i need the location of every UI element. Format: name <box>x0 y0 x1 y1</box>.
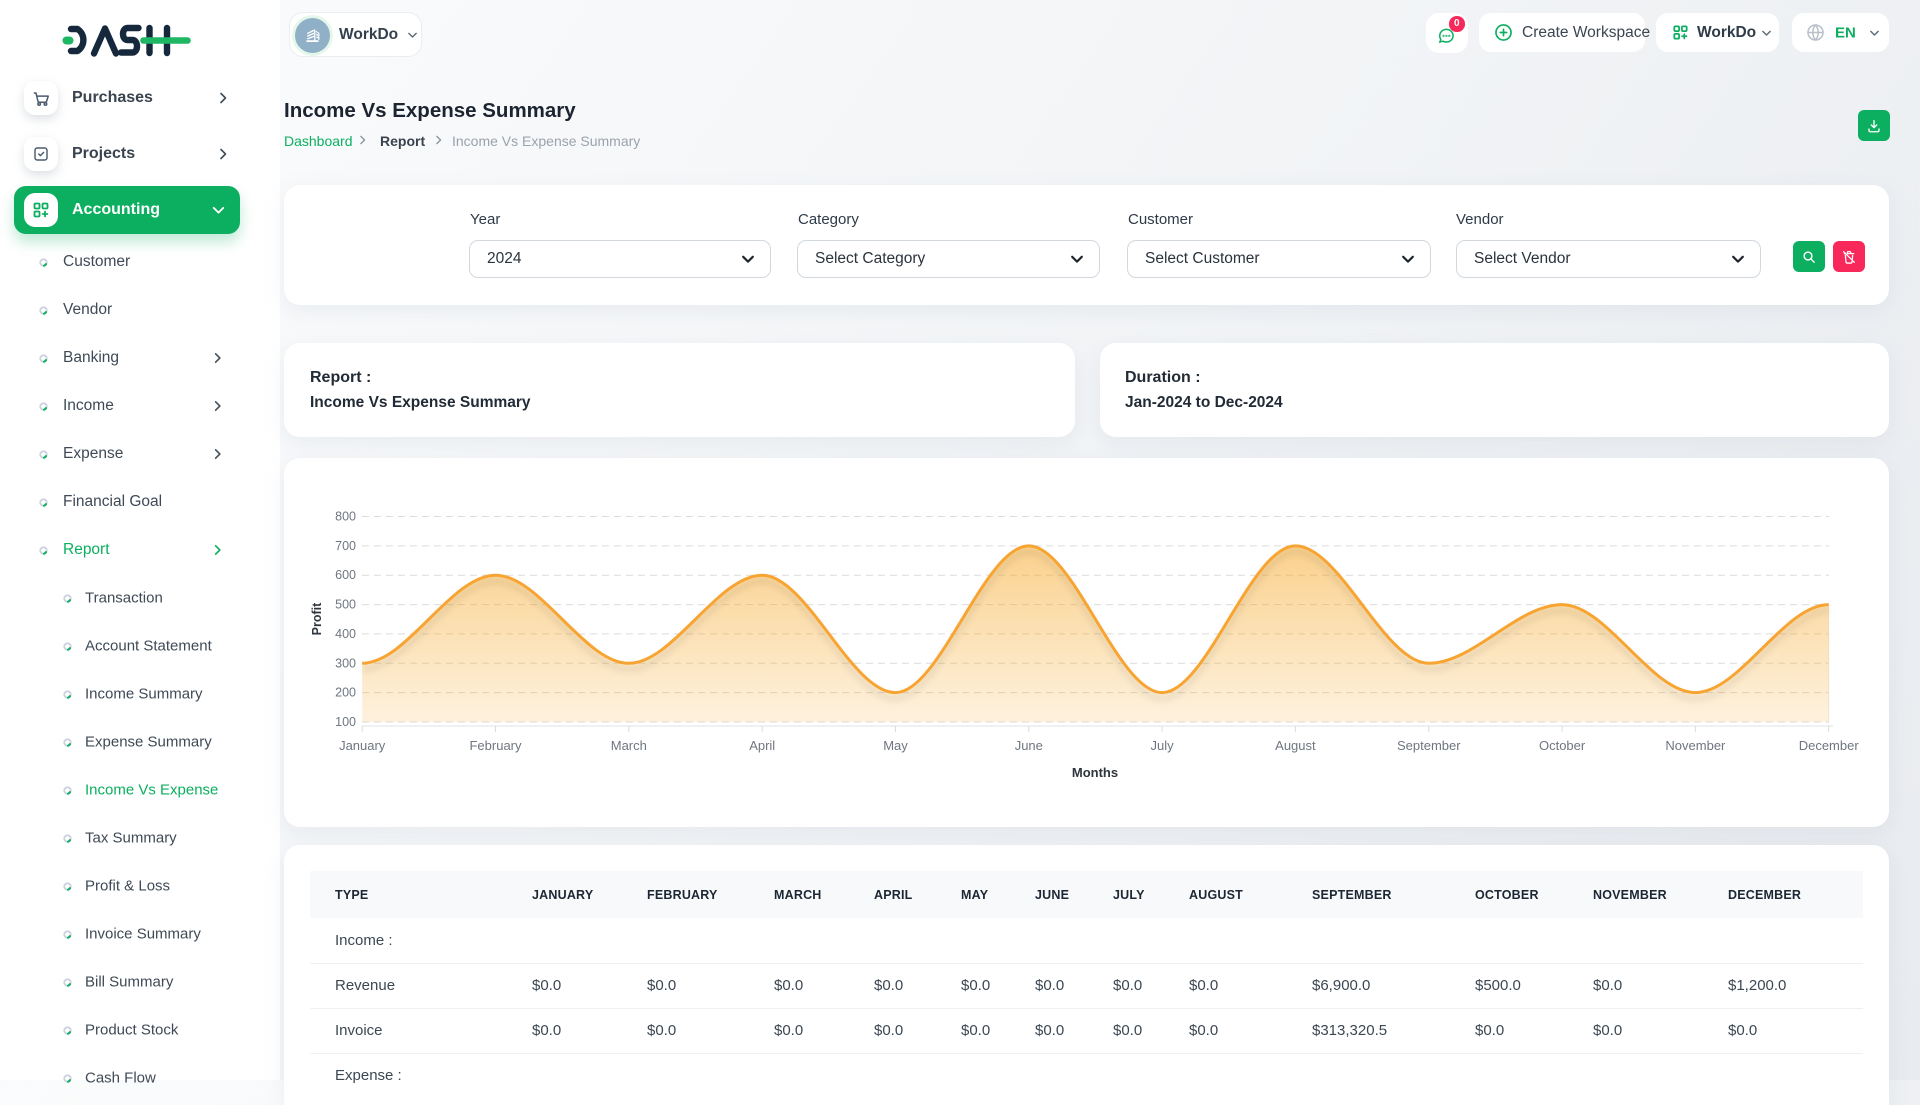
svg-text:200: 200 <box>335 686 356 700</box>
svg-text:400: 400 <box>335 627 356 641</box>
svg-text:December: December <box>1799 738 1860 753</box>
svg-text:May: May <box>883 738 908 753</box>
svg-text:March: March <box>611 738 647 753</box>
svg-text:Months: Months <box>1072 765 1118 780</box>
svg-text:November: November <box>1665 738 1726 753</box>
svg-text:February: February <box>469 738 522 753</box>
svg-text:June: June <box>1015 738 1043 753</box>
svg-text:Profit: Profit <box>310 602 324 635</box>
svg-text:700: 700 <box>335 539 356 553</box>
svg-text:April: April <box>749 738 775 753</box>
svg-text:July: July <box>1151 738 1175 753</box>
svg-text:100: 100 <box>335 715 356 729</box>
svg-text:800: 800 <box>335 510 356 524</box>
svg-text:October: October <box>1539 738 1586 753</box>
svg-text:August: August <box>1275 738 1316 753</box>
svg-text:September: September <box>1397 738 1461 753</box>
svg-text:January: January <box>339 738 386 753</box>
svg-text:300: 300 <box>335 656 356 670</box>
svg-text:500: 500 <box>335 598 356 612</box>
svg-text:600: 600 <box>335 568 356 582</box>
